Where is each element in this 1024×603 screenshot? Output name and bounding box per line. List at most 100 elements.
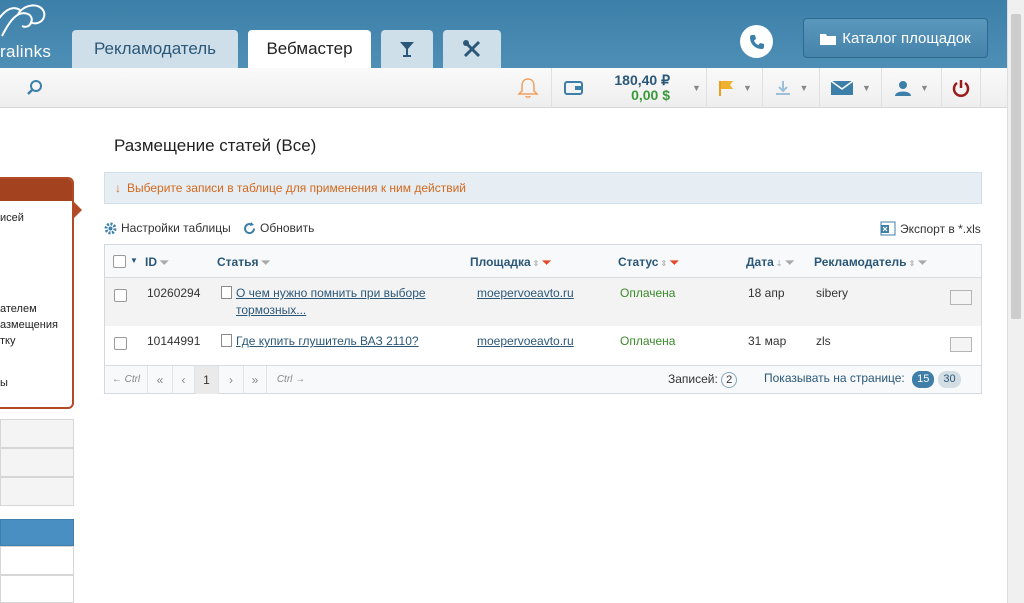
power-icon [952,80,970,97]
last-page-button[interactable]: » [244,366,267,394]
table-tools-row: Настройки таблицы Обновить Экспорт в *.x… [104,221,982,237]
next-ctrl-hint[interactable]: Ctrl → [267,366,315,394]
records-count: Записей: 2 [668,372,738,388]
site-link[interactable]: moepervoeavto.ru [477,334,574,348]
filter-icon[interactable]: ⏷ [785,257,794,269]
column-header-status[interactable]: Статус ⇕ ⏷ [618,255,679,270]
catalog-button-label: Каталог площадок [842,29,971,47]
excel-icon [880,221,896,236]
catalog-button[interactable]: Каталог площадок [803,18,988,58]
cell-date: 31 мар [748,334,787,348]
envelope-icon[interactable] [950,337,972,352]
current-page[interactable]: 1 [195,366,219,394]
filter-icon[interactable]: ⏷ [261,257,270,269]
per-page-selector: Показывать на странице: 15 30 [764,371,961,388]
tab-settings[interactable] [443,30,501,68]
refresh-icon [244,221,256,234]
prev-page-button[interactable]: ‹ [173,366,195,394]
tab-tools-cocktail[interactable] [381,30,433,68]
flag-menu-button[interactable]: ▼ [706,68,762,108]
folder-icon [820,33,837,45]
column-header-site-label: Площадка [470,255,531,269]
table-settings-button[interactable]: Настройки таблицы [104,221,231,235]
column-header-article-label: Статья [217,255,259,269]
table-header-row: ▼ ID ⏷ Статья ⏷ Площадка ⇕ ⏷ Статус ⇕ ⏷ Дата ⇣ ⏷… [105,245,981,278]
first-page-button[interactable]: « [148,366,173,394]
cell-id: 10144991 [147,334,201,348]
search-button[interactable] [26,79,44,100]
column-header-advertiser[interactable]: Рекламодатель ⇕ ⏷ [814,255,927,270]
filter-active-icon[interactable]: ⏷ [670,257,679,269]
user-menu-button[interactable]: ▼ [881,68,941,108]
filter-icon[interactable]: ⏷ [918,257,927,269]
column-header-date[interactable]: Дата ⇣ ⏷ [746,255,794,270]
export-label: Экспорт в *.xls [900,221,981,236]
row-checkbox[interactable] [114,289,127,302]
notifications-button[interactable] [505,68,551,108]
cell-advertiser: sibery [816,286,849,300]
document-icon [221,286,232,299]
tab-advertiser[interactable]: Рекламодатель [72,30,238,68]
sidebar-text: азмещения [0,319,58,331]
scrollbar-thumb[interactable] [1011,14,1021,319]
balance-values: 180,40 ₽ 0,00 $ [600,73,670,103]
column-header-site[interactable]: Площадка ⇕ ⏷ [470,255,551,270]
select-all-checkbox[interactable] [113,255,126,268]
user-icon [895,81,912,96]
cell-status: Оплачена [620,334,676,348]
filter-icon[interactable]: ⏷ [160,257,169,269]
article-link[interactable]: Где купить глушитель ВАЗ 2110? [236,334,419,348]
table-row[interactable]: 10260294 О чем нужно помнить при выборе … [105,278,981,326]
records-badge: 2 [721,372,738,388]
next-page-button[interactable]: › [219,366,244,394]
article-link-cont[interactable]: тормозных... [236,303,306,317]
row-checkbox[interactable] [114,337,127,350]
sidebar-item[interactable] [0,477,74,506]
chevron-down-icon: ▼ [799,83,809,93]
sidebar-item-active[interactable] [0,519,74,546]
sort-desc-icon[interactable]: ⇣ [776,259,783,268]
sidebar-item[interactable] [0,419,74,448]
download-menu-button[interactable]: ▼ [762,68,819,108]
sidebar-pointer-arrow [74,202,82,218]
per-page-option[interactable]: 15 [912,371,935,388]
export-xls-button[interactable]: Экспорт в *.xls [880,221,981,236]
logo[interactable]: ralinks [0,0,60,68]
sort-icon[interactable]: ⇕ [909,259,916,268]
sidebar-item[interactable] [0,448,74,477]
sidebar-item[interactable] [0,546,74,575]
chevron-down-icon: ▼ [862,83,871,93]
per-page-option[interactable]: 30 [938,371,961,388]
column-header-id[interactable]: ID ⏷ [145,255,169,270]
chevron-down-icon: ▼ [692,83,701,93]
sidebar-item[interactable] [0,575,74,603]
sort-icon[interactable]: ⇕ [533,259,540,268]
site-link[interactable]: moepervoeavto.ru [477,286,574,300]
page-scrollbar[interactable] [1007,0,1024,603]
tools-icon [463,40,481,58]
refresh-button[interactable]: Обновить [243,221,314,235]
envelope-icon[interactable] [950,290,972,305]
sidebar-text: тку [0,335,16,347]
wallet-icon [564,81,583,95]
logout-button[interactable] [941,68,981,108]
download-icon [775,81,790,95]
balance-widget[interactable]: 180,40 ₽ 0,00 $ ▼ [551,68,706,108]
column-header-article[interactable]: Статья ⏷ [217,255,270,270]
messages-menu-button[interactable]: ▼ [819,68,881,108]
filter-active-icon[interactable]: ⏷ [542,257,551,269]
column-header-date-label: Дата [746,255,774,269]
bell-icon [517,78,539,98]
tab-webmaster[interactable]: Вебмастер [248,30,371,68]
prev-ctrl-hint[interactable]: ← Ctrl [105,366,148,394]
per-page-label: Показывать на странице: [764,371,905,385]
search-icon [27,80,42,95]
sort-icon[interactable]: ⇕ [660,259,667,268]
cell-date: 18 апр [748,286,785,300]
article-link[interactable]: О чем нужно помнить при выборе [236,286,426,300]
phone-button[interactable] [740,25,773,58]
chevron-down-icon[interactable]: ▼ [130,256,138,265]
table-row[interactable]: 10144991 Где купить глушитель ВАЗ 2110? … [105,326,981,365]
cell-article: О чем нужно помнить при выборе тормозных… [221,285,426,319]
chevron-down-icon: ▼ [920,83,929,93]
